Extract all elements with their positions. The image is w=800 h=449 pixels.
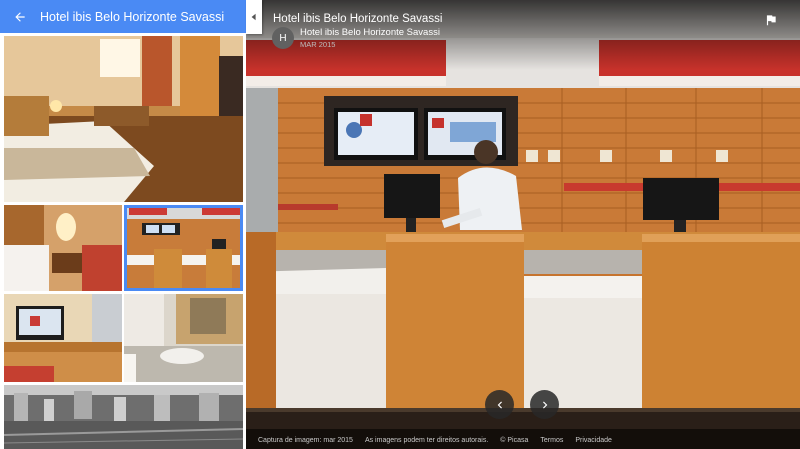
next-photo-button[interactable] — [530, 390, 559, 419]
photo-bathroom-sink[interactable] — [124, 294, 243, 382]
avatar-letter: H — [279, 32, 287, 44]
collapse-panel-button[interactable] — [246, 0, 262, 34]
photo-city-aerial[interactable] — [4, 385, 243, 449]
viewer-footer: Captura de imagem: mar 2015 As imagens p… — [258, 437, 612, 444]
copyright-notice: As imagens podem ter direitos autorais. — [364, 437, 489, 444]
chevron-left-icon — [497, 401, 502, 408]
photo-date: MAR 2015 — [300, 40, 336, 49]
picasa-link[interactable]: © Picasa — [500, 437, 528, 444]
photo-bedroom[interactable] — [4, 36, 243, 202]
privacy-link[interactable]: Privacidade — [575, 437, 612, 444]
sidebar-title: Hotel ibis Belo Horizonte Savassi — [40, 9, 225, 24]
arrow-back-icon — [15, 11, 25, 22]
photo-sidebar: Hotel ibis Belo Horizonte Savassi — [0, 0, 246, 449]
street-view-photo-viewer: Hotel ibis Belo Horizonte Savassi Hotel … — [0, 0, 800, 449]
photo-viewer: Hotel ibis Belo Horizonte Savassi H Hote… — [246, 0, 800, 449]
photo-reception[interactable] — [124, 205, 243, 291]
sidebar-header: Hotel ibis Belo Horizonte Savassi — [0, 0, 246, 33]
back-button[interactable] — [0, 0, 40, 33]
avatar[interactable]: H — [272, 27, 294, 49]
capture-date-text: Captura de imagem: mar 2015 — [258, 437, 353, 444]
flag-icon[interactable] — [764, 13, 778, 27]
terms-link[interactable]: Termos — [540, 437, 563, 444]
caret-left-icon — [251, 13, 256, 21]
photo-desk-tv[interactable] — [4, 294, 122, 382]
author-name[interactable]: Hotel ibis Belo Horizonte Savassi — [300, 27, 440, 38]
viewer-title: Hotel ibis Belo Horizonte Savassi — [273, 13, 443, 25]
previous-photo-button[interactable] — [485, 390, 514, 419]
photo-grid — [0, 33, 246, 449]
photo-bedside-lamp[interactable] — [4, 205, 122, 291]
chevron-right-icon — [542, 401, 547, 408]
